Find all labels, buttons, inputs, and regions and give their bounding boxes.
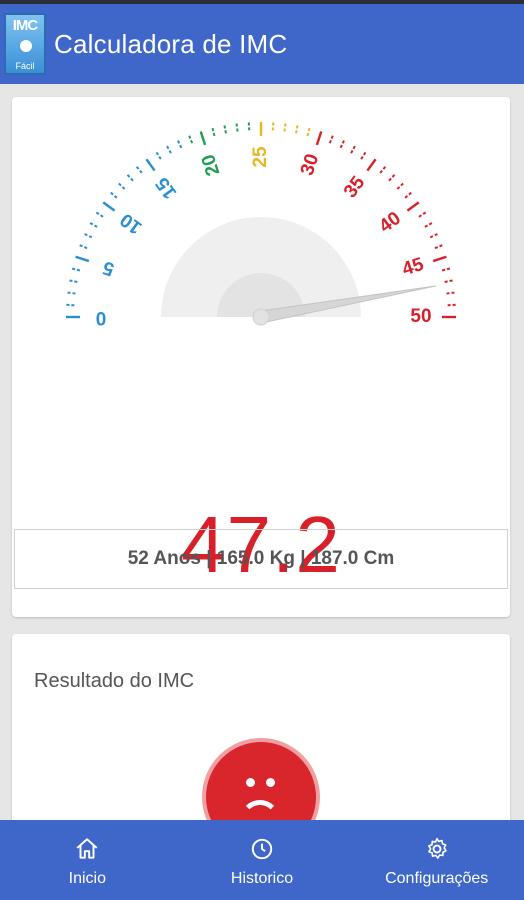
- gauge-minor-tick: [247, 122, 251, 131]
- gauge-minor-tick: [388, 174, 396, 182]
- left-eye: [246, 778, 255, 787]
- gauge-minor-tick: [71, 267, 81, 272]
- gauge-minor-tick: [155, 151, 162, 160]
- gauge-minor-tick: [396, 182, 404, 190]
- gauge-minor-tick: [295, 125, 299, 134]
- gauge-minor-tick: [67, 291, 76, 295]
- result-card: Resultado do IMC: [12, 634, 510, 856]
- gauge-minor-tick: [429, 233, 438, 239]
- gauge-minor-tick: [360, 151, 367, 160]
- result-title: Resultado do IMC: [34, 670, 195, 692]
- gear-icon: [427, 837, 447, 859]
- nav-item-inicio[interactable]: Inicio: [0, 820, 175, 900]
- gauge-major-tick: [432, 255, 447, 263]
- gauge-minor-tick: [235, 123, 239, 132]
- app-title: Calculadora de IMC: [54, 28, 288, 59]
- gauge-minor-tick: [79, 244, 88, 250]
- gauge-minor-tick: [89, 222, 98, 228]
- gauge-tick-label: 20: [198, 152, 225, 179]
- app-logo: IMC Fácil: [4, 13, 46, 75]
- logo-ball-icon: [20, 40, 32, 52]
- gauge-tick-label: 35: [340, 172, 370, 202]
- gauge-minor-tick: [126, 174, 134, 182]
- gauge-tick-label: 0: [96, 307, 107, 328]
- gauge-minor-tick: [441, 267, 451, 272]
- bottom-navigation: Inicio Historico Configurações: [0, 820, 524, 900]
- gauge-minor-tick: [110, 191, 118, 199]
- gauge-minor-tick: [118, 182, 126, 190]
- nav-label-inicio: Inicio: [68, 870, 107, 887]
- right-eye: [266, 778, 275, 787]
- home-icon: [76, 838, 98, 859]
- gauge-minor-tick: [446, 291, 455, 295]
- gauge-tick-label: 25: [250, 146, 271, 168]
- gauge-tick-label: 15: [152, 173, 182, 203]
- gauge-minor-tick: [95, 211, 104, 218]
- gauge-minor-tick: [306, 127, 311, 137]
- gauge-minor-tick: [339, 140, 345, 149]
- gauge-minor-tick: [418, 211, 427, 218]
- logo-text: IMC: [12, 17, 39, 34]
- gauge-minor-tick: [447, 303, 456, 307]
- bmi-gauge: 0 51015 20 25 30 3540 45 50: [66, 122, 456, 328]
- app-bar: IMC Fácil Calculadora de IMC: [0, 4, 524, 84]
- gauge-major-tick: [75, 255, 90, 263]
- gauge-tick-label: 10: [117, 209, 146, 238]
- user-stats: 52 Anos | 165.0 Kg | 187.0 Cm: [14, 529, 508, 589]
- gauge-tick-label: 50: [410, 306, 431, 327]
- gauge-minor-tick: [283, 123, 287, 132]
- gauge-minor-tick: [166, 145, 172, 154]
- gauge-minor-tick: [328, 135, 334, 144]
- gauge-major-tick: [315, 131, 323, 146]
- gauge-minor-tick: [211, 127, 216, 137]
- gauge-minor-tick: [271, 122, 275, 131]
- gauge-minor-tick: [350, 145, 356, 154]
- gauge-major-tick: [102, 201, 116, 212]
- gauge-minor-tick: [188, 135, 194, 144]
- gauge-tick-label: 30: [297, 151, 324, 178]
- gauge-minor-tick: [434, 244, 443, 250]
- gauge-tick-label: 5: [100, 256, 117, 279]
- gauge-minor-tick: [84, 233, 93, 239]
- gauge-tick-label: 45: [400, 254, 427, 281]
- gauge-major-tick: [366, 158, 377, 172]
- gauge-minor-tick: [69, 279, 78, 283]
- nav-item-configuracoes[interactable]: Configurações: [349, 820, 524, 900]
- gauge-major-tick: [406, 201, 420, 212]
- gauge-minor-tick: [404, 191, 412, 199]
- gauge-card: 0 5 10 15 20 25 30 35 40 45 50 47.2 52 Anos | 165.…: [12, 97, 510, 617]
- nav-item-historico[interactable]: Historico: [175, 820, 350, 900]
- history-icon: [251, 838, 273, 860]
- user-stats-text: 52 Anos | 165.0 Kg | 187.0 Cm: [127, 548, 395, 569]
- gauge-minor-tick: [135, 166, 143, 174]
- logo-subtext: Fácil: [15, 61, 35, 71]
- gauge-minor-tick: [223, 125, 227, 134]
- gauge-minor-tick: [444, 279, 453, 283]
- gauge-minor-tick: [424, 222, 433, 228]
- gauge-minor-tick: [66, 303, 75, 307]
- gauge-major-tick: [145, 158, 156, 172]
- gauge-tick-label: 40: [375, 208, 404, 237]
- gauge-minor-tick: [177, 140, 183, 149]
- gauge-minor-tick: [379, 166, 387, 174]
- gauge-needle-hub: [252, 308, 270, 326]
- nav-label-configuracoes: Configurações: [385, 870, 489, 887]
- nav-label-historico: Historico: [230, 870, 294, 887]
- gauge-major-tick: [199, 131, 207, 146]
